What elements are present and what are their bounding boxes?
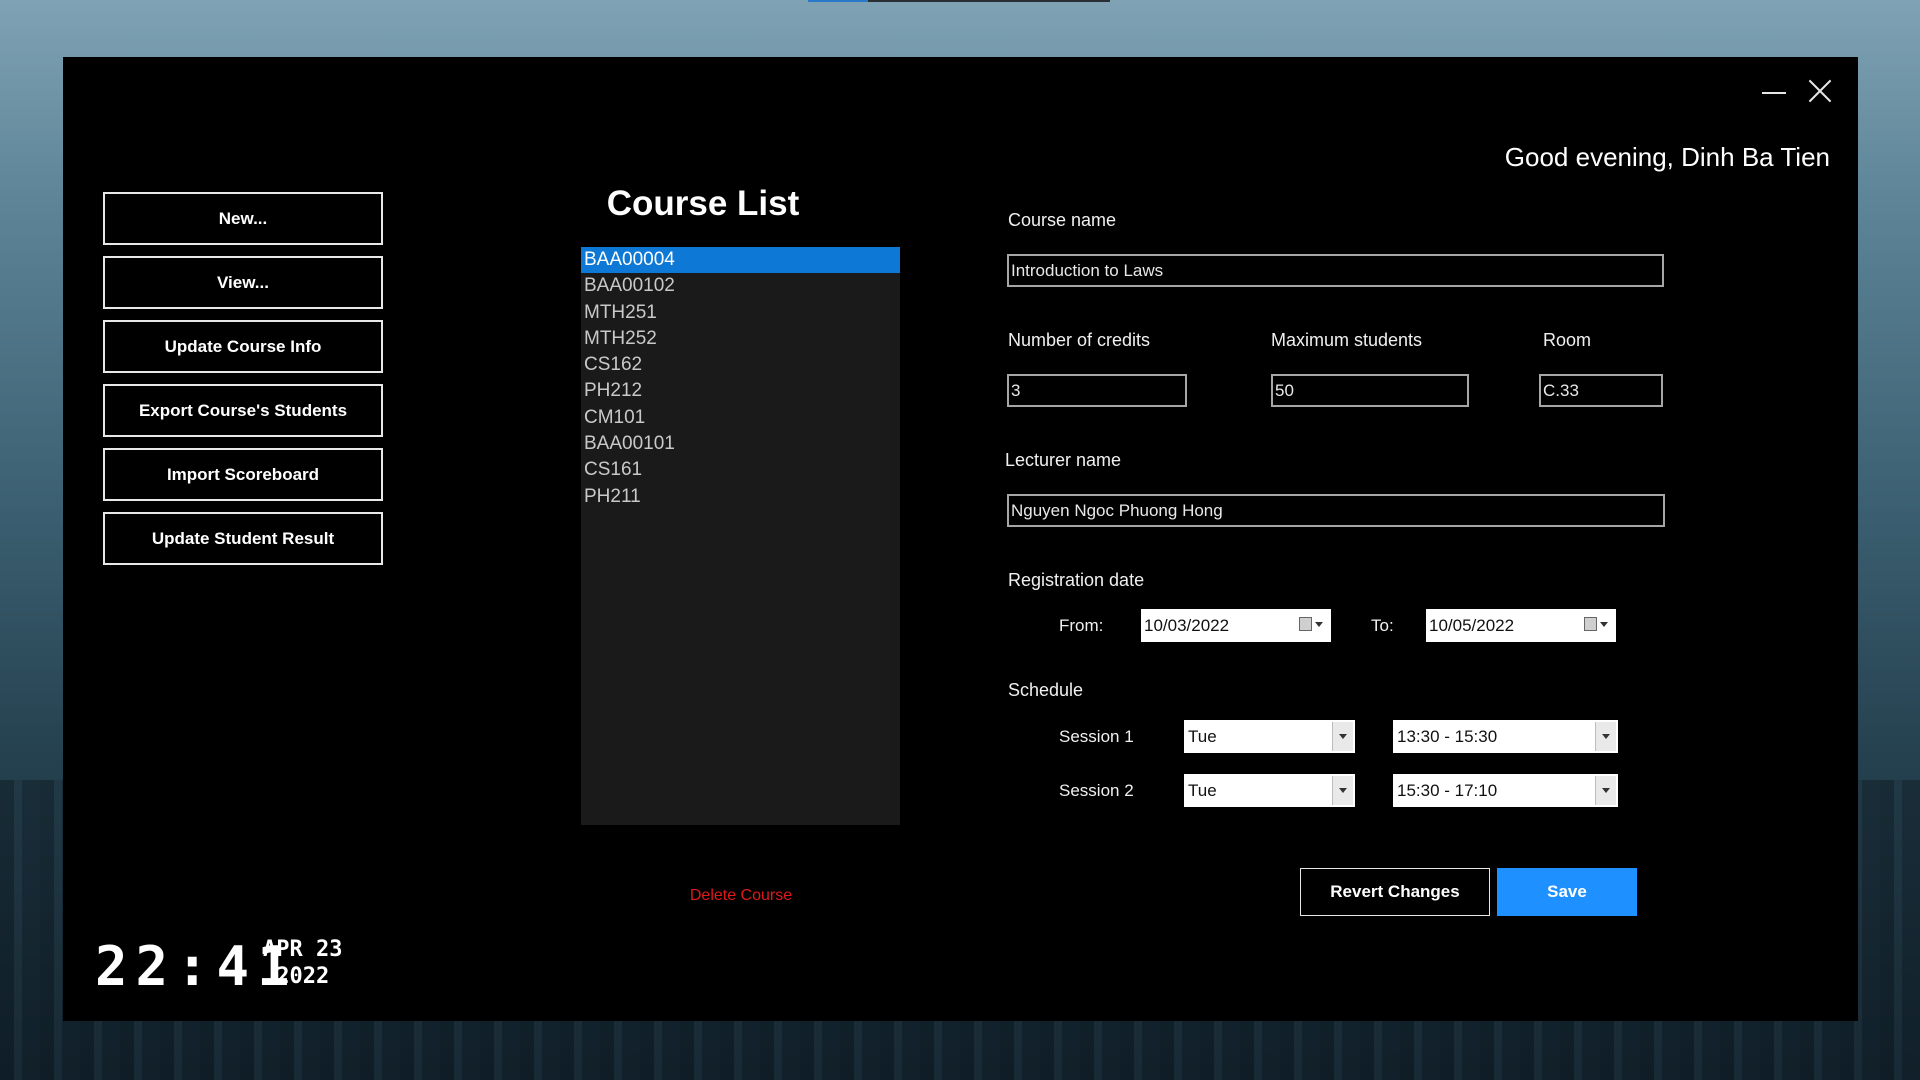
list-item[interactable]: BAA00004 [581, 247, 900, 274]
greeting-text: Good evening, Dinh Ba Tien [1504, 142, 1830, 172]
session2-time-value: 15:30 - 17:10 [1397, 781, 1498, 800]
session1-label: Session 1 [1059, 727, 1134, 746]
max-students-field[interactable]: 50 [1271, 374, 1469, 407]
session1-day-value: Tue [1188, 727, 1217, 746]
list-item[interactable]: CS162 [581, 352, 900, 378]
session2-day-select[interactable]: Tue [1184, 774, 1355, 807]
credits-field[interactable]: 3 [1007, 374, 1187, 407]
clock-date: APR 23 2022 [263, 936, 342, 990]
from-date-picker[interactable]: 10/03/2022 [1141, 609, 1331, 642]
course-name-field[interactable]: Introduction to Laws [1007, 254, 1664, 287]
update-student-result-button[interactable]: Update Student Result [103, 512, 383, 565]
chevron-down-icon[interactable] [1332, 776, 1353, 805]
calendar-icon[interactable] [1299, 617, 1323, 633]
import-scoreboard-button[interactable]: Import Scoreboard [103, 448, 383, 501]
list-item[interactable]: PH211 [581, 484, 900, 510]
minimize-icon[interactable] [1762, 81, 1786, 105]
session2-label: Session 2 [1059, 781, 1134, 800]
clock-month-day: APR 23 [263, 937, 343, 962]
view-button[interactable]: View... [103, 256, 383, 309]
list-item[interactable]: BAA00102 [581, 273, 900, 299]
app-window: Good evening, Dinh Ba Tien New... View..… [63, 57, 1858, 1021]
from-date-value: 10/03/2022 [1144, 616, 1230, 635]
export-course-students-button[interactable]: Export Course's Students [103, 384, 383, 437]
session1-time-value: 13:30 - 15:30 [1397, 727, 1498, 746]
registration-date-label: Registration date [1008, 570, 1145, 590]
calendar-icon[interactable] [1584, 617, 1608, 633]
list-item[interactable]: BAA00101 [581, 431, 900, 457]
background-taskbar-accent [808, 0, 868, 2]
chevron-down-icon[interactable] [1595, 722, 1616, 751]
course-name-label: Course name [1008, 210, 1117, 230]
to-date-picker[interactable]: 10/05/2022 [1426, 609, 1616, 642]
room-label: Room [1543, 330, 1592, 350]
lecturer-label: Lecturer name [1005, 450, 1122, 470]
course-list-title: Course List [606, 184, 800, 223]
new-button[interactable]: New... [103, 192, 383, 245]
schedule-label: Schedule [1008, 680, 1084, 700]
from-label: From: [1059, 616, 1104, 635]
chevron-down-icon[interactable] [1332, 722, 1353, 751]
save-button[interactable]: Save [1497, 868, 1637, 916]
close-icon[interactable] [1808, 79, 1832, 103]
session2-day-value: Tue [1188, 781, 1217, 800]
session1-day-select[interactable]: Tue [1184, 720, 1355, 753]
delete-course-link[interactable]: Delete Course [681, 887, 801, 905]
to-label: To: [1371, 616, 1394, 635]
chevron-down-icon[interactable] [1595, 776, 1616, 805]
list-item[interactable]: PH212 [581, 378, 900, 404]
max-students-label: Maximum students [1271, 330, 1423, 350]
to-date-value: 10/05/2022 [1429, 616, 1515, 635]
lecturer-field[interactable]: Nguyen Ngoc Phuong Hong [1007, 494, 1665, 527]
list-item[interactable]: MTH252 [581, 326, 900, 352]
room-field[interactable]: C.33 [1539, 374, 1663, 407]
list-item[interactable]: CM101 [581, 405, 900, 431]
list-item[interactable]: CS161 [581, 457, 900, 483]
credits-label: Number of credits [1008, 330, 1151, 350]
revert-changes-button[interactable]: Revert Changes [1300, 868, 1490, 916]
clock-year: 2022 [276, 964, 330, 989]
update-course-info-button[interactable]: Update Course Info [103, 320, 383, 373]
session2-time-select[interactable]: 15:30 - 17:10 [1393, 774, 1618, 807]
list-item[interactable]: MTH251 [581, 300, 900, 326]
session1-time-select[interactable]: 13:30 - 15:30 [1393, 720, 1618, 753]
course-listbox[interactable]: BAA00004 BAA00102 MTH251 MTH252 CS162 PH… [581, 247, 900, 825]
